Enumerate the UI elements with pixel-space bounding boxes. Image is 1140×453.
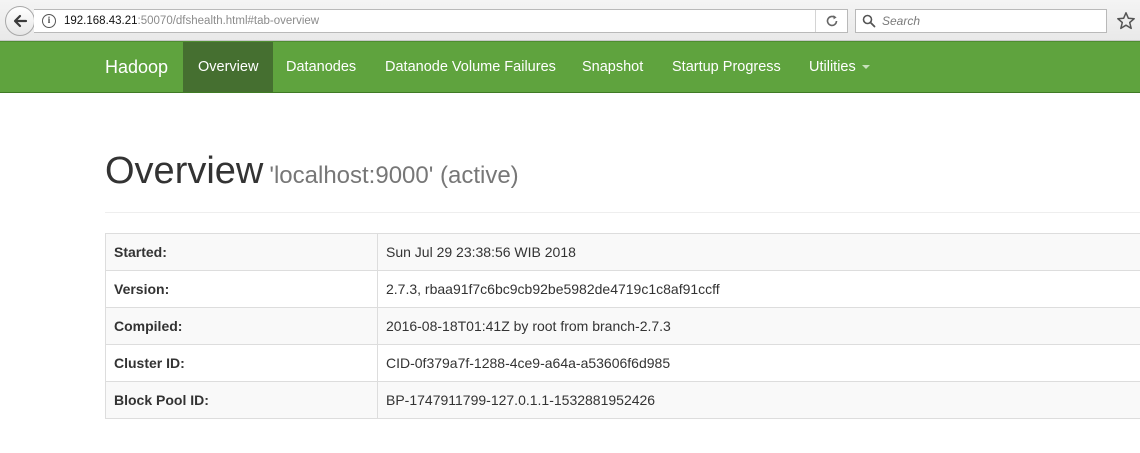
table-value: CID-0f379a7f-1288-4ce9-a64a-a53606f6d985 <box>377 344 1140 382</box>
browser-toolbar: i 192.168.43.21:50070/dfshealth.html#tab… <box>0 0 1140 41</box>
table-key: Cluster ID: <box>105 344 378 382</box>
table-key: Compiled: <box>105 307 378 345</box>
reload-button[interactable] <box>815 10 847 32</box>
nav-item-datanodes[interactable]: Datanodes <box>271 42 371 92</box>
url-host: 192.168.43.21 <box>64 15 138 27</box>
table-value: BP-1747911799-127.0.1.1-1532881952426 <box>377 381 1140 419</box>
caret-down-icon <box>861 65 870 70</box>
table-row: Cluster ID: CID-0f379a7f-1288-4ce9-a64a-… <box>105 344 1140 382</box>
navbar-brand[interactable]: Hadoop <box>105 42 168 92</box>
table-key: Version: <box>105 270 378 308</box>
page-subtitle: 'localhost:9000' (active) <box>269 162 519 189</box>
table-value: Sun Jul 29 23:38:56 WIB 2018 <box>377 233 1140 271</box>
info-icon[interactable]: i <box>42 14 56 28</box>
nav-item-overview[interactable]: Overview <box>183 42 274 92</box>
table-row: Started: Sun Jul 29 23:38:56 WIB 2018 <box>105 233 1140 271</box>
nav-item-utilities-label: Utilities <box>809 59 856 75</box>
page-title: Overview'localhost:9000' (active) <box>105 150 1140 193</box>
overview-table: Started: Sun Jul 29 23:38:56 WIB 2018 Ve… <box>105 233 1140 419</box>
table-row: Version: 2.7.3, rbaa91f7c6bc9cb92be5982d… <box>105 270 1140 308</box>
reload-icon <box>826 15 837 27</box>
table-key: Started: <box>105 233 378 271</box>
table-row: Block Pool ID: BP-1747911799-127.0.1.1-1… <box>105 381 1140 419</box>
page-title-text: Overview <box>105 150 264 192</box>
search-icon <box>862 14 876 28</box>
table-value: 2.7.3, rbaa91f7c6bc9cb92be5982de4719c1c8… <box>377 270 1140 308</box>
navbar: Hadoop Overview Datanodes Datanode Volum… <box>0 41 1140 93</box>
back-button[interactable] <box>5 6 35 36</box>
search-box[interactable] <box>855 9 1107 33</box>
nav-item-utilities[interactable]: Utilities <box>794 42 885 92</box>
page-header: Overview'localhost:9000' (active) <box>105 150 1140 213</box>
table-key: Block Pool ID: <box>105 381 378 419</box>
nav-item-snapshot[interactable]: Snapshot <box>567 42 658 92</box>
url-path: :50070/dfshealth.html#tab-overview <box>137 15 320 27</box>
search-input[interactable] <box>882 11 1102 31</box>
back-arrow-icon <box>13 14 28 28</box>
url-text: 192.168.43.21:50070/dfshealth.html#tab-o… <box>64 15 319 27</box>
address-bar[interactable]: i 192.168.43.21:50070/dfshealth.html#tab… <box>34 9 848 33</box>
nav-item-startup-progress[interactable]: Startup Progress <box>657 42 796 92</box>
table-value: 2016-08-18T01:41Z by root from branch-2.… <box>377 307 1140 345</box>
nav-item-datanode-volume-failures[interactable]: Datanode Volume Failures <box>370 42 571 92</box>
bookmark-star-icon[interactable] <box>1116 11 1136 31</box>
table-row: Compiled: 2016-08-18T01:41Z by root from… <box>105 307 1140 345</box>
